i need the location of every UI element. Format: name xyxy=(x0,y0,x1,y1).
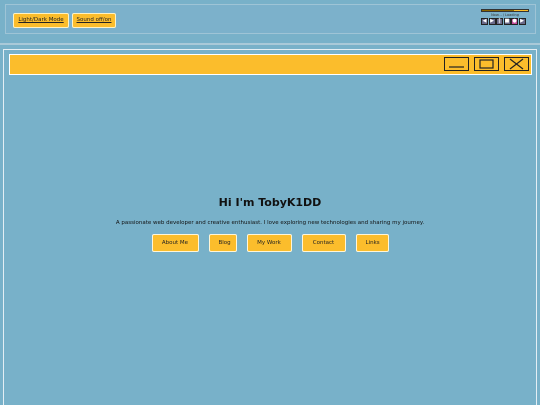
sound-toggle-button[interactable]: Sound off/on xyxy=(72,13,116,28)
play-icon[interactable]: ▶ xyxy=(488,18,496,25)
page-title: Hi I'm TobyK1DD xyxy=(218,196,322,209)
window-titlebar[interactable] xyxy=(9,54,532,75)
divider xyxy=(0,43,540,45)
nav-buttons: About Me Blog My Work Contact Links xyxy=(4,234,536,252)
next-icon[interactable]: ▶ xyxy=(518,18,526,25)
minimize-icon xyxy=(449,66,464,68)
main-window: Hi I'm TobyK1DD A passionate web develop… xyxy=(3,49,537,405)
about-me-button[interactable]: About Me xyxy=(151,234,199,252)
stop-icon[interactable]: ■ xyxy=(503,18,511,25)
maximize-icon xyxy=(479,59,494,69)
maximize-button[interactable] xyxy=(474,57,499,71)
track-label: Now... / Loading xyxy=(491,13,519,17)
pause-icon[interactable]: ‖ xyxy=(496,18,503,25)
previous-icon[interactable]: ◀ xyxy=(481,18,488,25)
contact-button[interactable]: Contact xyxy=(301,234,346,252)
hero-section: Hi I'm TobyK1DD A passionate web develop… xyxy=(4,195,536,252)
my-work-button[interactable]: My Work xyxy=(246,234,292,252)
blog-button[interactable]: Blog xyxy=(208,234,237,252)
music-player: Now... / Loading ◀ ▶ ‖ ■ ● ▶ xyxy=(481,9,529,27)
page-subtitle: A passionate web developer and creative … xyxy=(115,220,425,226)
links-button[interactable]: Links xyxy=(355,234,389,252)
record-icon[interactable]: ● xyxy=(511,18,518,25)
player-controls: ◀ ▶ ‖ ■ ● ▶ xyxy=(481,18,526,25)
close-icon xyxy=(509,58,524,70)
close-button[interactable] xyxy=(504,57,529,71)
theme-toggle-button[interactable]: Light/Dark Mode xyxy=(13,13,69,28)
top-toolbar: Light/Dark Mode Sound off/on Now... / Lo… xyxy=(5,4,536,34)
playback-progress-bar[interactable] xyxy=(481,9,529,12)
minimize-button[interactable] xyxy=(444,57,469,71)
